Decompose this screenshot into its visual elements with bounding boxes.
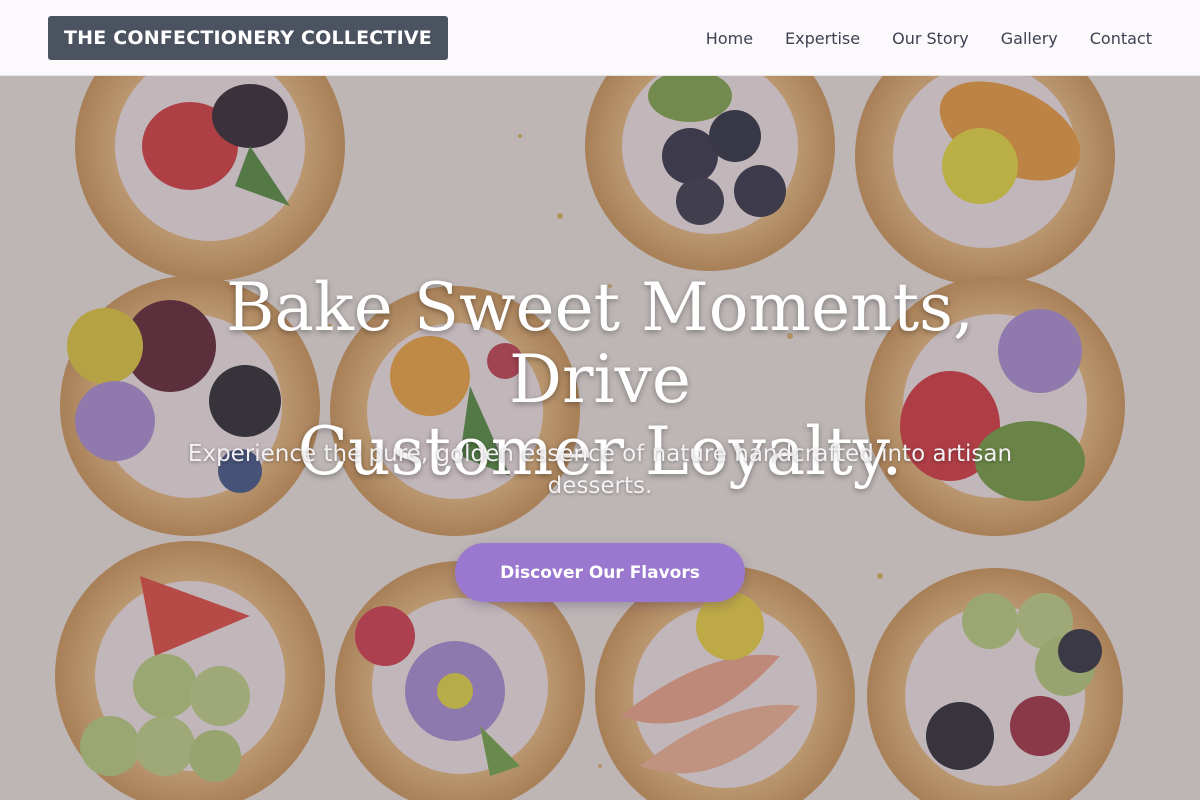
nav-link-home[interactable]: Home: [706, 29, 753, 48]
top-navbar: THE CONFECTIONERY COLLECTIVE Home Expert…: [0, 0, 1200, 76]
nav-link-gallery[interactable]: Gallery: [1001, 29, 1058, 48]
main-nav: Home Expertise Our Story Gallery Contact: [706, 0, 1152, 76]
brand-logo[interactable]: THE CONFECTIONERY COLLECTIVE: [48, 16, 448, 60]
nav-link-expertise[interactable]: Expertise: [785, 29, 860, 48]
hero-subtitle: Experience the pure, golden essence of n…: [187, 441, 1013, 499]
hero-title-line-1: Bake Sweet Moments, Drive: [225, 269, 975, 418]
hero-section: Bake Sweet Moments, Drive Customer Loyalt…: [0, 76, 1200, 800]
nav-link-contact[interactable]: Contact: [1090, 29, 1152, 48]
hero-content: Bake Sweet Moments, Drive Customer Loyalt…: [0, 76, 1200, 800]
discover-flavors-button[interactable]: Discover Our Flavors: [455, 543, 745, 602]
nav-link-our-story[interactable]: Our Story: [892, 29, 969, 48]
